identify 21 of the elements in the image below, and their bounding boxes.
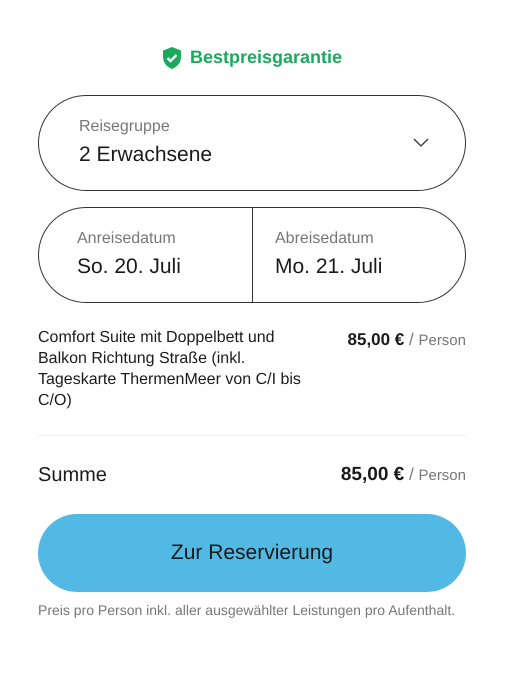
total-label: Summe [38,463,107,488]
travel-group-select[interactable]: Reisegruppe 2 Erwachsene [38,95,466,191]
price-unit: Person [418,332,466,349]
item-name: Comfort Suite mit Doppelbett und Balkon Richtung Straße (inkl. Tageskarte ThermenMeer von C/I bis C/O) [38,328,302,411]
price: 85,00 € [340,464,404,485]
badge-label: Bestpreisgarantie [190,46,342,69]
chevron-down-icon [413,138,429,148]
price: 85,00 € [348,330,404,349]
date-range-field[interactable]: Anreisedatum So. 20. Juli Abreisedatum Mo. 21. Juli [38,207,466,303]
field-label: Abreisedatum [275,229,375,250]
field-label: Reisegruppe [79,117,171,138]
price-unit: Person [418,466,466,484]
field-value: 2 Erwachsene [79,142,212,168]
shield-check-icon [162,46,182,68]
note-text: Preis pro Person inkl. aller ausgewählter Leistungen pro Aufenthalt. [38,601,456,620]
slash: / [409,464,414,484]
field-label: Anreisedatum [77,229,177,250]
field-value: So. 20. Juli [77,254,182,280]
slash: / [409,330,414,349]
reservation-button[interactable]: Zur Reservierung [38,514,466,592]
field-value: Mo. 21. Juli [275,254,384,280]
